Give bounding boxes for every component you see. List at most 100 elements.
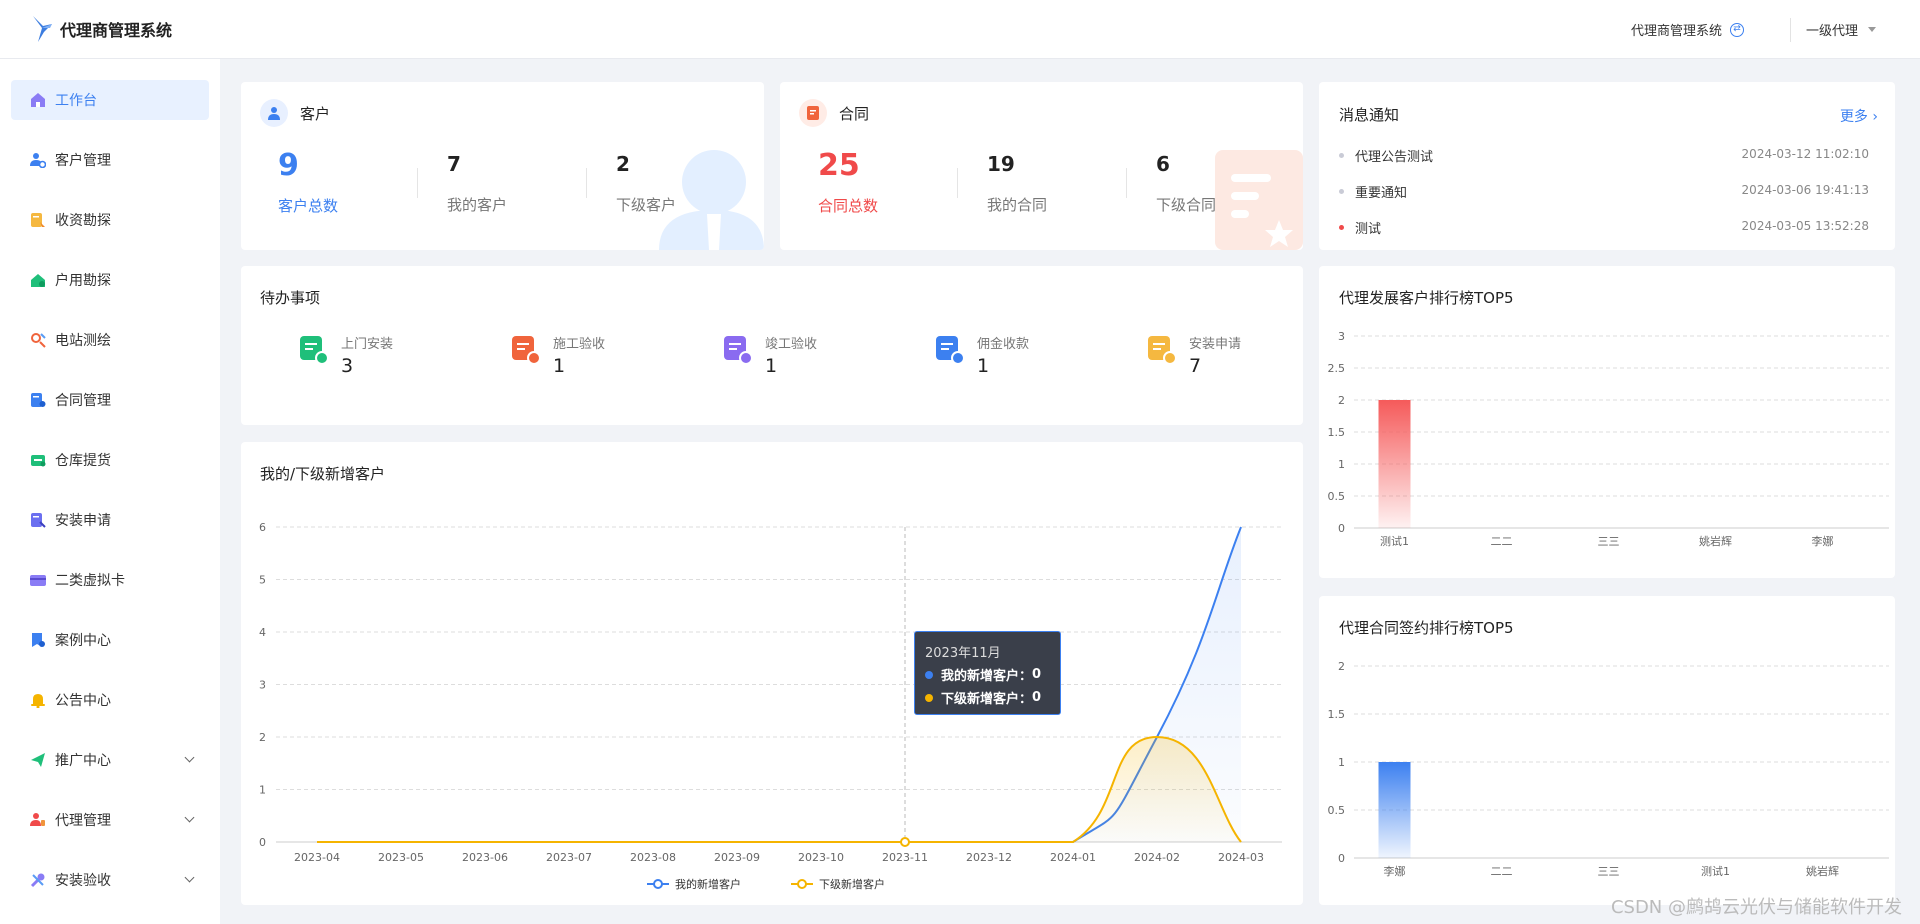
sidebar-item-10[interactable]: 案例中心 — [11, 620, 209, 660]
todo-item-4[interactable]: 佣金收款 1 — [935, 333, 1029, 377]
sidebar: 工作台客户管理收资勘探户用勘探电站测绘合同管理仓库提货安装申请二类虚拟卡案例中心… — [0, 59, 220, 924]
sidebar-item-8[interactable]: 安装申请 — [11, 500, 209, 540]
watermark: CSDN @鹧鸪云光伏与储能软件开发 — [1610, 897, 1902, 918]
line-chart[interactable]: 0 1 2 3 4 5 6 2023-04 2023-05 2023-06 2023-07 2023-… — [241, 442, 1303, 905]
sidebar-item-12[interactable]: 推广中心 — [11, 740, 209, 780]
home-install-icon — [299, 335, 329, 365]
customer-card-title: 客户 — [300, 104, 331, 123]
notice-title: 消息通知 — [1339, 106, 1400, 124]
sidebar-item-13[interactable]: 代理管理 — [11, 800, 209, 840]
sidebar-item-6[interactable]: 合同管理 — [11, 380, 209, 420]
contract-rank-card: 代理合同签约排行榜TOP5 0 0.5 1 1.5 2 李娜 二二 三三 测试1 姚岩辉 — [1319, 596, 1895, 905]
card-icon — [29, 571, 47, 589]
y-tick-label: 1 — [259, 784, 266, 797]
contract-stat-card: 合同 25 合同总数 19 我的合同 6 下级合同 — [780, 82, 1303, 250]
sidebar-item-label: 收资勘探 — [55, 213, 111, 229]
x-tick-label: 姚岩辉 — [1806, 864, 1839, 878]
todo-item-3[interactable]: 竣工验收 1 — [723, 333, 817, 377]
y-tick-label: 0.5 — [1328, 804, 1346, 817]
tooltip-value: 0 — [1032, 690, 1042, 705]
divider — [1126, 168, 1127, 198]
y-tick-label: 1.5 — [1328, 708, 1346, 721]
contract-total[interactable]: 25 合同总数 — [818, 148, 878, 216]
install-apply-icon — [1147, 335, 1177, 365]
new-customer-chart-card: 我的/下级新增客户 0 1 2 3 4 5 6 2023-04 2023-05 2023-06 20… — [241, 442, 1303, 905]
y-tick-label: 6 — [259, 521, 266, 534]
sidebar-item-2[interactable]: 客户管理 — [11, 140, 209, 180]
sidebar-item-1[interactable]: 工作台 — [11, 80, 209, 120]
x-tick-label: 2023-06 — [462, 851, 508, 864]
legend-label[interactable]: 我的新增客户 — [675, 877, 741, 891]
x-tick-label: 2023-11 — [882, 851, 928, 864]
y-tick-label: 0 — [1338, 852, 1345, 865]
sidebar-item-label: 仓库提货 — [55, 453, 111, 469]
hover-point — [900, 837, 910, 847]
sidebar-item-label: 安装验收 — [55, 873, 111, 889]
construction-check-icon — [511, 335, 541, 365]
customer-total[interactable]: 9 客户总数 — [278, 148, 338, 216]
sidebar-item-3[interactable]: 收资勘探 — [11, 200, 209, 240]
sidebar-item-9[interactable]: 二类虚拟卡 — [11, 560, 209, 600]
sidebar-item-label: 工作台 — [55, 93, 97, 109]
contract-mine-label: 我的合同 — [987, 196, 1048, 214]
y-tick-label: 2 — [1338, 660, 1345, 673]
level-label: 一级代理 — [1806, 24, 1859, 39]
customer-total-value: 9 — [278, 148, 299, 183]
todo-label: 上门安装 — [341, 337, 394, 352]
todo-label: 竣工验收 — [765, 337, 818, 352]
todo-card: 待办事项 上门安装 3 施工验收 1 竣工验收 1 佣金收款 1 安装申请 7 — [241, 266, 1303, 425]
notice-item[interactable]: 重要通知 2024-03-06 19:41:13 — [1339, 182, 1869, 202]
contract-mine[interactable]: 19 我的合同 — [987, 152, 1047, 215]
sidebar-item-5[interactable]: 电站测绘 — [11, 320, 209, 360]
tooltip-value: 0 — [1032, 667, 1042, 682]
system-label: 代理商管理系统 — [1631, 24, 1723, 39]
todo-item-1[interactable]: 上门安装 3 — [299, 333, 393, 377]
contract-rank-chart[interactable]: 0 0.5 1 1.5 2 李娜 二二 三三 测试1 姚岩辉 — [1319, 596, 1895, 905]
y-tick-label: 2.5 — [1328, 362, 1346, 375]
system-switch[interactable]: 代理商管理系统 ⇄ — [1631, 20, 1745, 39]
sidebar-item-label: 推广中心 — [55, 753, 111, 769]
more-link[interactable]: 更多 › — [1840, 106, 1878, 126]
bar[interactable] — [1378, 400, 1411, 528]
x-tick-label: 2023-08 — [630, 851, 676, 864]
todo-item-2[interactable]: 施工验收 1 — [511, 333, 605, 377]
bar[interactable] — [1378, 762, 1411, 858]
y-tick-label: 5 — [259, 574, 266, 587]
customer-sub[interactable]: 2 下级客户 — [616, 152, 676, 215]
contract-sub[interactable]: 6 下级合同 — [1156, 152, 1216, 215]
app-logo[interactable]: 代理商管理系统 — [30, 14, 172, 44]
contract-watermark-icon — [1215, 150, 1303, 250]
app-title: 代理商管理系统 — [60, 21, 173, 40]
customer-mine-label: 我的客户 — [447, 196, 508, 214]
sidebar-item-label: 代理管理 — [55, 813, 111, 829]
level-dropdown[interactable]: 一级代理 — [1806, 20, 1877, 39]
legend-label[interactable]: 下级新增客户 — [819, 877, 885, 891]
x-tick-label: 二二 — [1491, 865, 1513, 878]
y-tick-label: 0.5 — [1328, 490, 1346, 503]
customer-rank-chart[interactable]: 0 0.5 1 1.5 2 2.5 3 测试1 二二 三三 姚岩辉 李娜 — [1319, 266, 1895, 578]
sidebar-item-label: 二类虚拟卡 — [55, 573, 125, 589]
contract-icon — [29, 391, 47, 409]
todo-item-5[interactable]: 安装申请 7 — [1147, 333, 1241, 377]
notice-card: 消息通知 更多 › 代理公告测试 2024-03-12 11:02:10 重要通知 2… — [1319, 82, 1895, 250]
sidebar-item-11[interactable]: 公告中心 — [11, 680, 209, 720]
agent-icon — [29, 811, 47, 829]
notice-item[interactable]: 测试 2024-03-05 13:52:28 — [1339, 218, 1869, 238]
contract-mine-value: 19 — [987, 152, 1015, 176]
doc-edit-icon — [29, 211, 47, 229]
sidebar-item-7[interactable]: 仓库提货 — [11, 440, 209, 480]
notice-dot — [1339, 153, 1344, 158]
notice-dot — [1339, 225, 1344, 230]
sidebar-item-label: 案例中心 — [55, 633, 111, 649]
todo-label: 佣金收款 — [977, 337, 1030, 352]
y-tick-label: 1 — [1338, 756, 1345, 769]
station-icon — [29, 331, 47, 349]
notice-time: 2024-03-12 11:02:10 — [1741, 147, 1869, 161]
sidebar-item-4[interactable]: 户用勘探 — [11, 260, 209, 300]
sidebar-item-14[interactable]: 安装验收 — [11, 860, 209, 900]
customer-mine[interactable]: 7 我的客户 — [447, 152, 507, 215]
chevron-right-icon: › — [1872, 109, 1878, 125]
x-tick-label: 姚岩辉 — [1699, 534, 1732, 548]
notice-item[interactable]: 代理公告测试 2024-03-12 11:02:10 — [1339, 146, 1869, 166]
legend-marker — [797, 879, 807, 889]
